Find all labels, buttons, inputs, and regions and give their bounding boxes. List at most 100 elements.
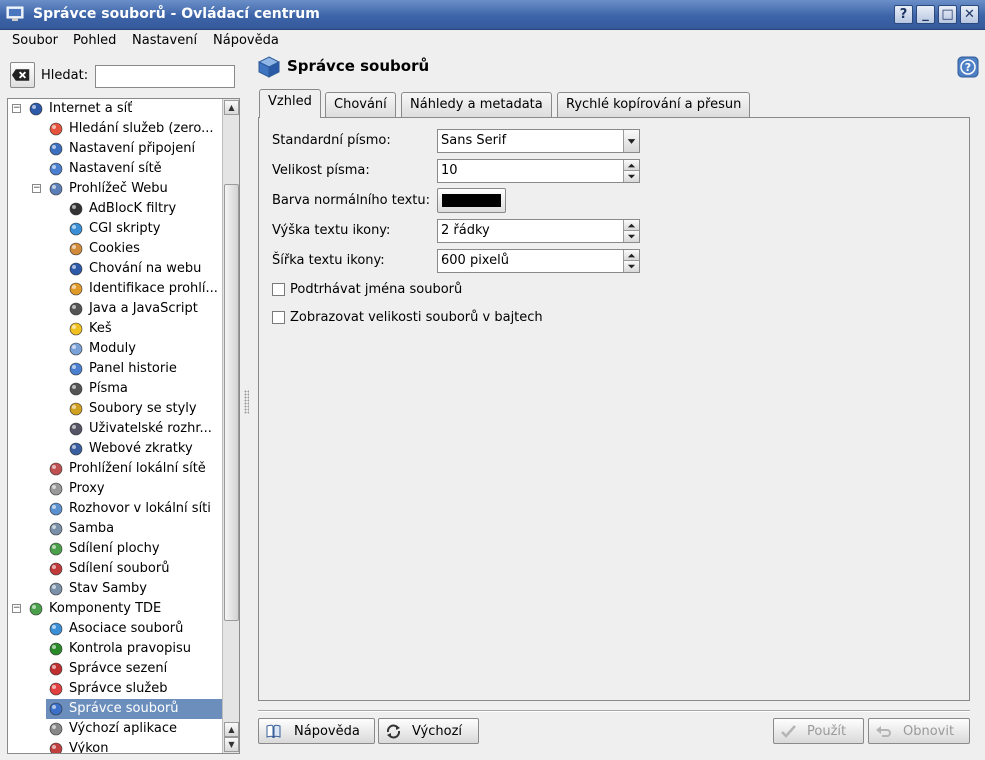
defaults-button[interactable]: Výchozí	[378, 718, 479, 744]
close-button[interactable]: ✕	[960, 5, 979, 24]
tree-item[interactable]: Písma	[8, 379, 222, 399]
tree-item-label: Výchozí aplikace	[69, 721, 177, 736]
tree-item[interactable]: Chování na webu	[8, 259, 222, 279]
tree-item[interactable]: Proxy	[8, 479, 222, 499]
tree-item[interactable]: Identifikace prohlí...	[8, 279, 222, 299]
tab-nahledy-a-metadata[interactable]: Náhledy a metadata	[401, 92, 552, 118]
collapse-icon[interactable]: −	[12, 104, 21, 113]
spin-down-icon[interactable]	[623, 171, 639, 182]
tree-item[interactable]: Keš	[8, 319, 222, 339]
icon-text-width-spinbox[interactable]: 600 pixelů	[437, 249, 640, 273]
control-center-window: Správce souborů - Ovládací centrum ? _ □…	[0, 0, 985, 760]
tree-item[interactable]: Kontrola pravopisu	[8, 639, 222, 659]
scroll-thumb[interactable]	[224, 184, 239, 621]
tree-item[interactable]: Moduly	[8, 339, 222, 359]
identification-icon	[68, 281, 84, 297]
tree-item[interactable]: Hledání služeb (zero...	[8, 119, 222, 139]
help-icon[interactable]: ?	[957, 56, 979, 78]
tree-item[interactable]: Java a JavaScript	[8, 299, 222, 319]
spin-up-icon[interactable]	[623, 250, 639, 261]
scroll-down-arrow[interactable]: ▼	[224, 737, 239, 752]
menu-nastaveni[interactable]: Nastavení	[132, 33, 197, 48]
tree-item[interactable]: Asociace souborů	[8, 619, 222, 639]
stylesheet-icon	[68, 401, 84, 417]
tree-item[interactable]: Panel historie	[8, 359, 222, 379]
show-bytes-checkbox[interactable]	[272, 311, 285, 324]
font-size-spinbox[interactable]: 10	[437, 159, 640, 183]
tree-item-label: Stav Samby	[69, 581, 147, 596]
tree-item[interactable]: Správce služeb	[8, 679, 222, 699]
minimize-button[interactable]: _	[916, 5, 935, 24]
panel-splitter[interactable]	[244, 390, 249, 414]
maximize-button[interactable]: □	[938, 5, 957, 24]
tree-item[interactable]: − Prohlížeč Webu	[8, 179, 222, 199]
tab-rychle-kopirovani[interactable]: Rychlé kopírování a přesun	[557, 92, 751, 118]
tree-item[interactable]: Rozhovor v lokální síti	[8, 499, 222, 519]
spellcheck-icon	[48, 641, 64, 657]
tab-chovani[interactable]: Chování	[325, 92, 396, 118]
tree-item-label: Rozhovor v lokální síti	[69, 501, 211, 516]
spin-down-icon[interactable]	[623, 261, 639, 272]
tree-item[interactable]: Sdílení plochy	[8, 539, 222, 559]
icon-text-height-spinbox[interactable]: 2 řádky	[437, 219, 640, 243]
tree-item[interactable]: CGI skripty	[8, 219, 222, 239]
tree-item-selected[interactable]: Správce souborů	[8, 699, 222, 719]
tree-scrollbar[interactable]: ▲ ▲ ▼	[222, 99, 239, 753]
clear-search-button[interactable]	[10, 62, 35, 88]
standard-font-combo[interactable]: Sans Serif	[437, 129, 640, 153]
text-color-button[interactable]	[437, 188, 506, 213]
reset-button[interactable]: Obnovit	[868, 718, 970, 744]
collapse-icon[interactable]: −	[12, 604, 21, 613]
tree-item[interactable]: AdBlocK filtry	[8, 199, 222, 219]
connection-icon	[48, 141, 64, 157]
tree-item[interactable]: Samba	[8, 519, 222, 539]
globe-icon	[28, 101, 44, 117]
whats-this-button[interactable]: ?	[894, 5, 913, 24]
file-manager-icon	[48, 701, 64, 717]
tab-vzhled[interactable]: Vzhled	[259, 89, 321, 118]
tree-item[interactable]: Výchozí aplikace	[8, 719, 222, 739]
search-input[interactable]	[95, 65, 235, 88]
tree-item[interactable]: Prohlížení lokální sítě	[8, 459, 222, 479]
scroll-up-arrow-bottom[interactable]: ▲	[224, 722, 239, 737]
tree-item[interactable]: Webové zkratky	[8, 439, 222, 459]
collapse-icon[interactable]: −	[32, 184, 41, 193]
menu-soubor[interactable]: Soubor	[12, 33, 58, 48]
reload-icon	[386, 724, 401, 739]
tree-item[interactable]: Nastavení sítě	[8, 159, 222, 179]
chevron-down-icon[interactable]	[623, 130, 639, 152]
tree-item[interactable]: Uživatelské rozhr...	[8, 419, 222, 439]
tree-item-label: Keš	[89, 321, 112, 336]
apply-button[interactable]: Použít	[773, 718, 864, 744]
tree-item[interactable]: Stav Samby	[8, 579, 222, 599]
menu-pohled[interactable]: Pohled	[73, 33, 116, 48]
tree-item[interactable]: Soubory se styly	[8, 399, 222, 419]
cache-icon	[68, 321, 84, 337]
tree-item[interactable]: − Komponenty TDE	[8, 599, 222, 619]
spin-up-icon[interactable]	[623, 160, 639, 171]
spin-up-icon[interactable]	[623, 220, 639, 231]
control-center-icon[interactable]	[6, 6, 24, 22]
spin-down-icon[interactable]	[623, 231, 639, 242]
underline-filenames-checkbox[interactable]	[272, 283, 285, 296]
help-button[interactable]: Nápověda	[258, 718, 375, 744]
tree-item[interactable]: Výkon	[8, 739, 222, 753]
tree-item-label: Webové zkratky	[89, 441, 193, 456]
module-title: Správce souborů	[287, 57, 430, 75]
tree-item[interactable]: Správce sezení	[8, 659, 222, 679]
tree-item[interactable]: Cookies	[8, 239, 222, 259]
window-title: Správce souborů - Ovládací centrum	[33, 6, 320, 22]
underline-filenames-label[interactable]: Podtrhávat jména souborů	[290, 282, 462, 297]
tree-item[interactable]: − Internet a síť	[8, 99, 222, 119]
tree-item[interactable]: Sdílení souborů	[8, 559, 222, 579]
show-bytes-label[interactable]: Zobrazovat velikosti souborů v bajtech	[290, 310, 543, 325]
web-browser-icon	[48, 181, 64, 197]
search-label: Hledat:	[41, 68, 89, 83]
tree-item[interactable]: Nastavení připojení	[8, 139, 222, 159]
menu-napoveda[interactable]: Nápověda	[213, 33, 279, 48]
tree-item-label: Samba	[69, 521, 115, 536]
web-shortcuts-icon	[68, 441, 84, 457]
tree-item-label: Komponenty TDE	[49, 601, 162, 616]
tree-item-label: Nastavení sítě	[69, 161, 162, 176]
scroll-up-arrow[interactable]: ▲	[224, 100, 239, 115]
